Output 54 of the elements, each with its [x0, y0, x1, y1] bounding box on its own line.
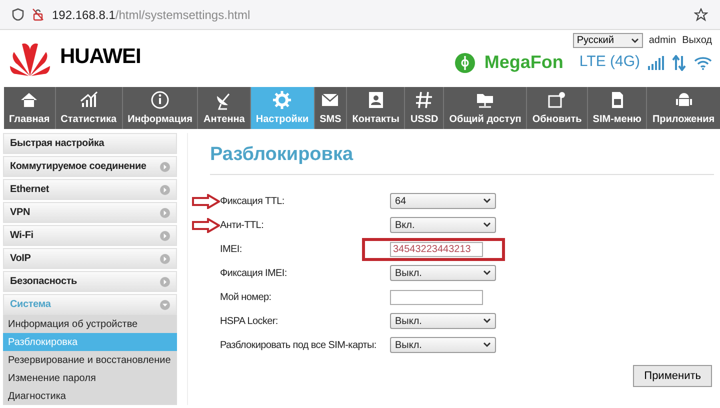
caret-icon [630, 38, 639, 44]
submenu-item[interactable]: Информация об устройстве [3, 315, 177, 333]
dropdown-select[interactable]: Вкл. [390, 217, 496, 233]
dropdown-select[interactable]: Выкл. [390, 313, 496, 329]
caret-icon [483, 198, 491, 204]
text-field[interactable] [390, 290, 483, 304]
lock-icon [32, 8, 44, 21]
submenu-item[interactable]: Резервирование и восстановление [3, 351, 177, 369]
dropdown-select[interactable]: Выкл. [390, 265, 496, 281]
nav-tab[interactable]: Статистика [56, 87, 123, 129]
operator-logo-text: MegaFon [484, 51, 564, 74]
brand-logo-text: HUAWEI [60, 44, 141, 70]
star-icon[interactable] [694, 8, 708, 22]
caret-icon [483, 270, 491, 276]
info-icon [150, 90, 170, 110]
chart-icon [78, 90, 99, 110]
sidebar-item[interactable]: VPN [3, 202, 177, 223]
caret-icon [483, 222, 491, 228]
caret-icon [483, 318, 491, 324]
field-label: IMEI: [219, 242, 243, 256]
network-type: LTE (4G) [579, 52, 640, 72]
field-label: Мой номер: [219, 290, 272, 304]
operator-logo-icon [454, 52, 476, 74]
sidebar-item[interactable]: Безопасность [3, 271, 177, 292]
text-field[interactable]: 34543223443213 [390, 242, 483, 256]
data-transfer-icon [672, 54, 686, 70]
signal-icon [648, 56, 664, 70]
hash-icon [414, 90, 434, 110]
submenu-item[interactable]: Диагностика [3, 387, 177, 405]
submenu-item[interactable]: Изменение пароля [3, 369, 177, 387]
shield-icon [12, 8, 24, 21]
apply-button[interactable]: Применить [633, 365, 712, 387]
sidebar-item[interactable]: Wi-Fi [3, 225, 177, 246]
field-label: Разблокировать под все SIM-карты: [219, 338, 378, 352]
dropdown-select[interactable]: 64 [390, 193, 496, 209]
page-title: Разблокировка [210, 141, 714, 174]
sidebar-item[interactable]: Ethernet [3, 179, 177, 200]
field-label: Фиксация TTL: [219, 194, 286, 208]
field-label: Фиксация IMEI: [219, 266, 288, 280]
wifi-icon [694, 56, 712, 70]
sidebar-item[interactable]: Быстрая настройка [3, 133, 177, 154]
field-label: HSPA Locker: [219, 314, 279, 328]
sidebar-item[interactable]: Коммутируемое соединение [3, 156, 177, 177]
update-window-icon [547, 90, 568, 110]
nav-tab[interactable]: SMS [314, 87, 348, 129]
dropdown-select[interactable]: Выкл. [390, 337, 496, 353]
settings-icon [272, 90, 292, 110]
sidebar-item[interactable]: VoIP [3, 248, 177, 269]
language-select[interactable]: Русский [572, 33, 643, 48]
nav-tab[interactable]: Информация [122, 87, 198, 129]
caret-icon [483, 342, 491, 348]
logout-link[interactable]: Выход [682, 33, 712, 48]
field-label: Анти-TTL: [219, 218, 265, 232]
username: admin [648, 34, 676, 48]
